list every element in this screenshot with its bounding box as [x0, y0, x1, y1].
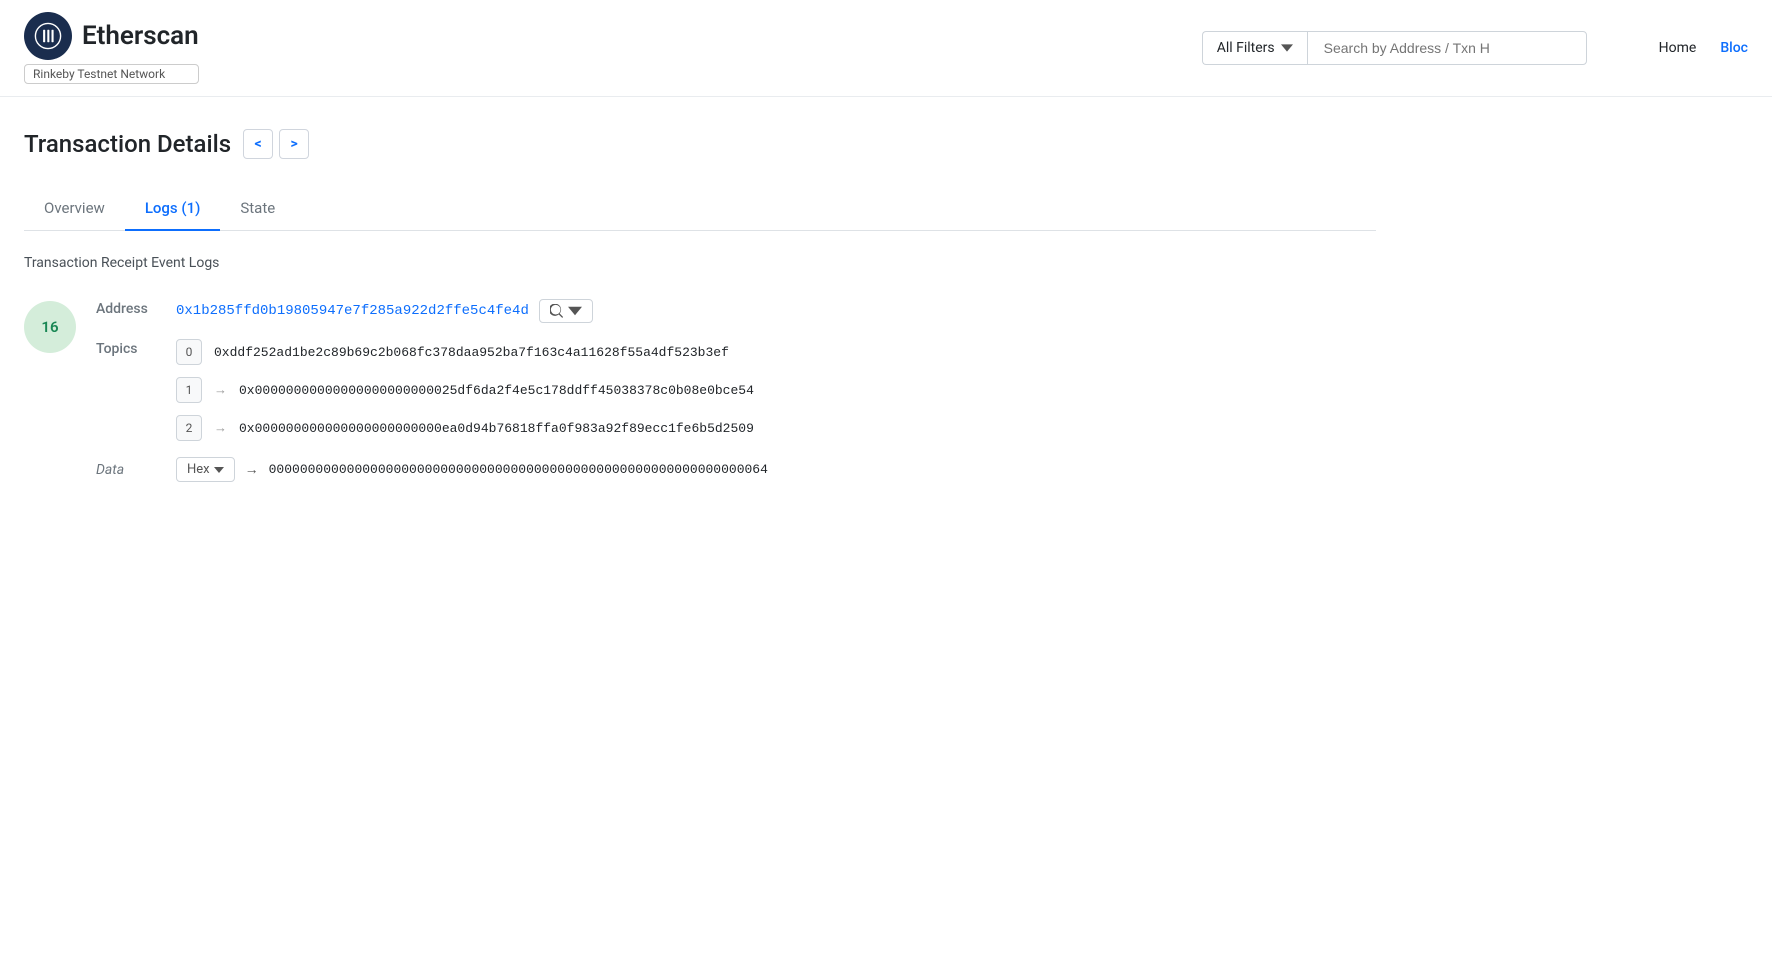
address-label: Address: [96, 299, 176, 317]
network-badge: Rinkeby Testnet Network: [24, 64, 199, 84]
chevron-down-icon: [568, 304, 582, 318]
header: Etherscan Rinkeby Testnet Network All Fi…: [0, 0, 1772, 97]
topics-area: 0 0xddf252ad1be2c89b69c2b068fc378daa952b…: [176, 339, 754, 441]
tab-logs[interactable]: Logs (1): [125, 187, 221, 231]
topic-row-0: 0 0xddf252ad1be2c89b69c2b068fc378daa952b…: [176, 339, 754, 365]
logo-icon: [24, 12, 72, 60]
hex-format-dropdown[interactable]: Hex: [176, 457, 235, 482]
topic-hash-2: 0x000000000000000000000000ea0d94b76818ff…: [239, 421, 754, 436]
search-area: All Filters: [1202, 31, 1587, 65]
tab-overview[interactable]: Overview: [24, 187, 125, 231]
logo-area: Etherscan Rinkeby Testnet Network: [24, 12, 199, 84]
logo-text: Etherscan: [82, 21, 199, 51]
log-details: Address 0x1b285ffd0b19805947e7f285a922d2…: [96, 299, 1376, 498]
topic-index-0: 0: [176, 339, 202, 365]
prev-arrow[interactable]: <: [243, 129, 273, 159]
page-title-row: Transaction Details < >: [24, 129, 1376, 159]
filter-dropdown[interactable]: All Filters: [1202, 31, 1307, 65]
data-value-row: Hex → 0000000000000000000000000000000000…: [176, 457, 768, 482]
data-row: Data Hex → 00000000000000000000000000000…: [96, 457, 1376, 482]
data-arrow: →: [245, 461, 259, 478]
tabs: Overview Logs (1) State: [24, 187, 1376, 231]
topic-row-1: 1 → 0x00000000000000000000000025df6da2f4…: [176, 377, 754, 403]
topics-label: Topics: [96, 339, 176, 357]
header-right: All Filters Home Bloc: [1202, 31, 1748, 65]
nav-blocks[interactable]: Bloc: [1720, 40, 1748, 56]
topic-hash-1: 0x00000000000000000000000025df6da2f4e5c1…: [239, 383, 754, 398]
log-entry: 16 Address 0x1b285ffd0b19805947e7f285a92…: [24, 299, 1376, 498]
address-value-row: 0x1b285ffd0b19805947e7f285a922d2ffe5c4fe…: [176, 299, 593, 323]
tab-state[interactable]: State: [220, 187, 295, 231]
address-row: Address 0x1b285ffd0b19805947e7f285a922d2…: [96, 299, 1376, 323]
nav-home[interactable]: Home: [1659, 40, 1697, 56]
logo-row: Etherscan: [24, 12, 199, 60]
topic-arrow-1: →: [214, 382, 227, 398]
data-hash: 0000000000000000000000000000000000000000…: [269, 462, 768, 477]
nav-links: Home Bloc: [1659, 40, 1748, 56]
chevron-down-icon: [1281, 42, 1293, 54]
topic-arrow-2: →: [214, 420, 227, 436]
topic-hash-0: 0xddf252ad1be2c89b69c2b068fc378daa952ba7…: [214, 345, 729, 360]
search-zoom-icon: [550, 304, 564, 318]
data-label: Data: [96, 462, 176, 478]
nav-arrows: < >: [243, 129, 309, 159]
search-input[interactable]: [1307, 31, 1587, 65]
next-arrow[interactable]: >: [279, 129, 309, 159]
main-content: Transaction Details < > Overview Logs (1…: [0, 97, 1400, 562]
chevron-down-icon: [214, 467, 224, 473]
section-label: Transaction Receipt Event Logs: [24, 255, 1376, 271]
topic-index-2: 2: [176, 415, 202, 441]
topic-index-1: 1: [176, 377, 202, 403]
topics-row: Topics 0 0xddf252ad1be2c89b69c2b068fc378…: [96, 339, 1376, 441]
page-title: Transaction Details: [24, 130, 231, 158]
address-link[interactable]: 0x1b285ffd0b19805947e7f285a922d2ffe5c4fe…: [176, 303, 529, 319]
topic-row-2: 2 → 0x000000000000000000000000ea0d94b768…: [176, 415, 754, 441]
log-number-badge: 16: [24, 301, 76, 353]
address-action-btn[interactable]: [539, 299, 593, 323]
